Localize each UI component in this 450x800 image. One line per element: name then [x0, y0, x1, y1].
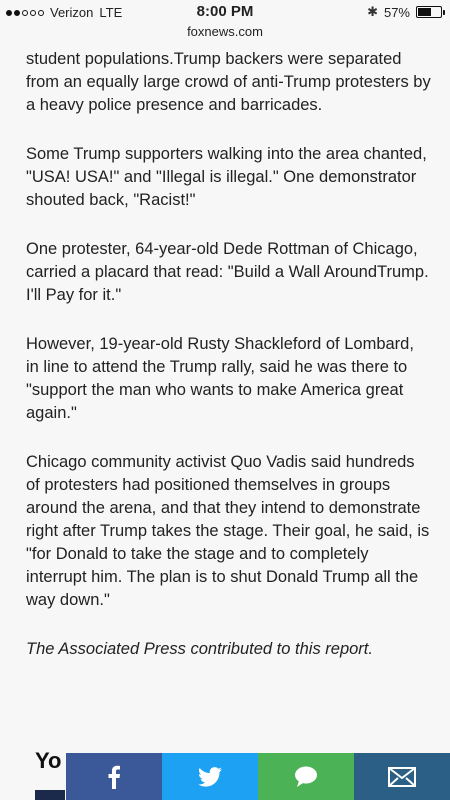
article-body: student populations.Trump backers were s…: [26, 48, 431, 687]
article-paragraph: One protester, 64-year-old Dede Rottman …: [26, 240, 429, 304]
article-paragraph: Chicago community activist Quo Vadis sai…: [26, 453, 430, 609]
facebook-icon: [107, 765, 121, 789]
share-bar: [66, 753, 450, 800]
share-twitter-button[interactable]: [162, 753, 258, 800]
share-email-button[interactable]: [354, 753, 450, 800]
email-icon: [388, 766, 416, 787]
share-sms-button[interactable]: [258, 753, 354, 800]
article-paragraph: However, 19-year-old Rusty Shackleford o…: [26, 335, 414, 422]
bluetooth-icon: ✱: [367, 4, 378, 19]
promo-image-edge: [35, 790, 65, 800]
battery-icon: [416, 6, 445, 18]
status-right: ✱ 57%: [367, 4, 445, 20]
promo-heading: Yo: [35, 748, 62, 773]
article-paragraph: Some Trump supporters walking into the a…: [26, 145, 427, 209]
article-credit: The Associated Press contributed to this…: [26, 640, 373, 658]
twitter-icon: [198, 766, 222, 787]
battery-percent: 57%: [383, 4, 410, 20]
address-bar[interactable]: foxnews.com: [0, 24, 450, 39]
status-bar: Verizon LTE 8:00 PM foxnews.com ✱ 57%: [0, 0, 450, 46]
share-facebook-button[interactable]: [66, 753, 162, 800]
sms-icon: [294, 766, 318, 788]
article-paragraph: student populations.Trump backers were s…: [26, 50, 431, 114]
battery-level: [418, 8, 431, 16]
